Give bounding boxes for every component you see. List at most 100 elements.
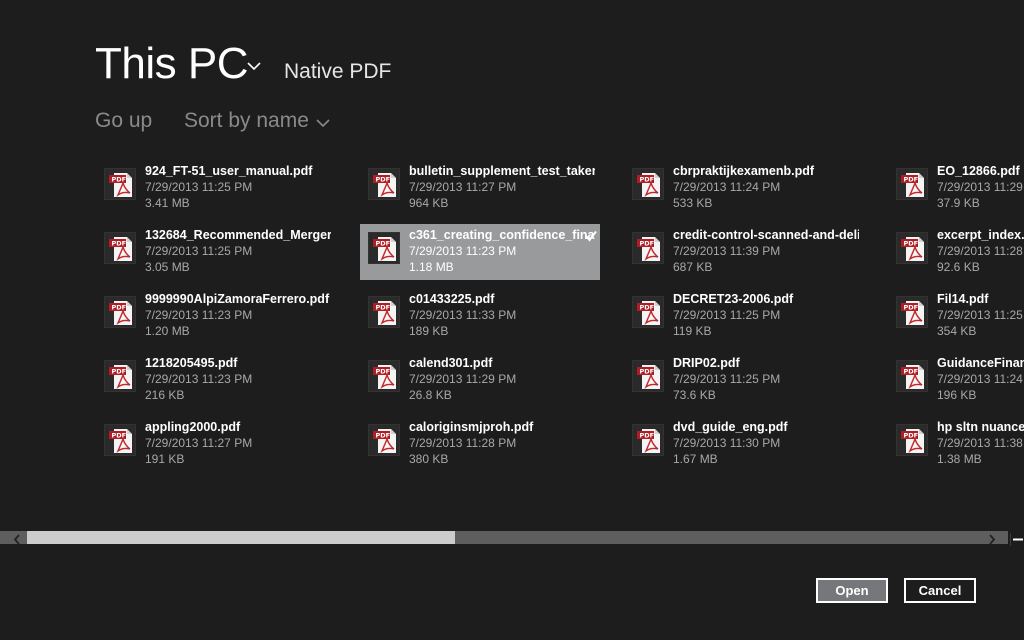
file-size: 92.6 KB <box>937 260 980 274</box>
file-name: 9999990AlpiZamoraFerrero.pdf <box>145 292 330 306</box>
svg-text:PDF: PDF <box>376 432 391 440</box>
sort-by-dropdown[interactable]: Sort by name <box>184 108 309 134</box>
file-tile[interactable]: PDF 1218205495.pdf 7/29/2013 11:23 PM 216 K… <box>96 352 336 408</box>
file-date: 7/29/2013 11:25 PM <box>673 308 781 322</box>
file-name: c01433225.pdf <box>409 292 495 306</box>
file-name: cbrpraktijkexamenb.pdf <box>673 164 815 178</box>
file-date: 7/29/2013 11:24 PM <box>673 180 781 194</box>
file-name: caloriginsmjproh.pdf <box>409 420 534 434</box>
file-date: 7/29/2013 11:23 PM <box>145 308 253 322</box>
svg-text:PDF: PDF <box>640 176 655 184</box>
chevron-down-icon[interactable] <box>316 115 330 129</box>
file-tile[interactable]: PDF DRIP02.pdf 7/29/2013 11:25 PM 73.6 KB <box>624 352 864 408</box>
pdf-file-icon: PDF <box>896 296 928 328</box>
file-tile[interactable]: PDF DECRET23-2006.pdf 7/29/2013 11:25 PM 11… <box>624 288 864 344</box>
pdf-file-icon: PDF <box>104 232 136 264</box>
svg-text:PDF: PDF <box>112 240 127 248</box>
file-date: 7/29/2013 11:28 PM <box>937 244 1024 258</box>
file-tile[interactable]: PDF bulletin_supplement_test_takers... 7/2… <box>360 160 600 216</box>
file-size: 1.67 MB <box>673 452 718 466</box>
file-size: 964 KB <box>409 196 449 210</box>
file-name: Fil14.pdf <box>937 292 989 306</box>
pdf-file-icon: PDF <box>632 360 664 392</box>
file-tile[interactable]: PDF dvd_guide_eng.pdf 7/29/2013 11:30 PM 1.… <box>624 416 864 472</box>
minus-icon[interactable] <box>1009 531 1024 546</box>
pdf-file-icon: PDF <box>368 424 400 456</box>
svg-text:PDF: PDF <box>640 304 655 312</box>
file-tile[interactable]: PDF cbrpraktijkexamenb.pdf 7/29/2013 11:24… <box>624 160 864 216</box>
file-tile[interactable]: PDF 132684_Recommended_Merger... 7/29/2013… <box>96 224 336 280</box>
file-tile[interactable]: PDF c01433225.pdf 7/29/2013 11:33 PM 189 KB <box>360 288 600 344</box>
file-size: 3.41 MB <box>145 196 190 210</box>
file-date: 7/29/2013 11:38 PM <box>937 436 1024 450</box>
file-name: 924_FT-51_user_manual.pdf <box>145 164 313 178</box>
pdf-file-icon: PDF <box>104 296 136 328</box>
file-tile[interactable]: PDF 924_FT-51_user_manual.pdf 7/29/2013 11… <box>96 160 336 216</box>
file-date: 7/29/2013 11:28 PM <box>409 436 517 450</box>
file-name: appling2000.pdf <box>145 420 241 434</box>
cancel-button[interactable]: Cancel <box>904 578 976 603</box>
svg-text:PDF: PDF <box>640 240 655 248</box>
chevron-down-icon[interactable] <box>246 58 262 74</box>
file-size: 1.38 MB <box>937 452 982 466</box>
file-date: 7/29/2013 11:27 PM <box>409 180 517 194</box>
chevron-left-icon[interactable] <box>10 531 24 545</box>
svg-text:PDF: PDF <box>904 240 919 248</box>
file-size: 687 KB <box>673 260 713 274</box>
file-date: 7/29/2013 11:29 PM <box>937 180 1024 194</box>
file-size: 1.20 MB <box>145 324 190 338</box>
chevron-right-icon[interactable] <box>985 531 999 545</box>
file-tile[interactable]: PDF credit-control-scanned-and-deli... 7/2… <box>624 224 864 280</box>
pdf-file-icon: PDF <box>368 360 400 392</box>
location-title[interactable]: This PC <box>95 38 248 90</box>
file-tile[interactable]: PDF EO_12866.pdf 7/29/2013 11:29 PM 37.9 KB <box>888 160 1024 216</box>
file-size: 189 KB <box>409 324 449 338</box>
file-size: 119 KB <box>673 324 712 338</box>
file-size: 533 KB <box>673 196 713 210</box>
file-tile[interactable]: PDF c361_creating_confidence_final_... 7/2… <box>360 224 600 280</box>
file-name: hp sltn nuance e... <box>937 420 1024 434</box>
scroll-thumb[interactable] <box>27 531 455 544</box>
pdf-file-icon: PDF <box>368 232 400 264</box>
file-size: 191 KB <box>145 452 185 466</box>
file-tile[interactable]: PDF excerpt_index.pdf 7/29/2013 11:28 PM 92… <box>888 224 1024 280</box>
pdf-file-icon: PDF <box>632 424 664 456</box>
horizontal-scrollbar[interactable] <box>0 531 1008 545</box>
pdf-file-icon: PDF <box>104 168 136 200</box>
file-tile[interactable]: PDF appling2000.pdf 7/29/2013 11:27 PM 191 … <box>96 416 336 472</box>
file-name: c361_creating_confidence_final_... <box>409 228 595 242</box>
pdf-file-icon: PDF <box>104 424 136 456</box>
file-tile[interactable]: PDF calend301.pdf 7/29/2013 11:29 PM 26.8 K… <box>360 352 600 408</box>
file-tile[interactable]: PDF caloriginsmjproh.pdf 7/29/2013 11:28 P… <box>360 416 600 472</box>
go-up-button[interactable]: Go up <box>95 108 152 134</box>
open-button[interactable]: Open <box>816 578 888 603</box>
file-size: 1.18 MB <box>409 260 454 274</box>
file-size: 3.05 MB <box>145 260 190 274</box>
file-tile[interactable]: PDF hp sltn nuance e... 7/29/2013 11:38 PM… <box>888 416 1024 472</box>
file-name: excerpt_index.pdf <box>937 228 1024 242</box>
file-name: DECRET23-2006.pdf <box>673 292 794 306</box>
file-date: 7/29/2013 11:25 PM <box>673 372 781 386</box>
file-tile[interactable]: PDF Fil14.pdf 7/29/2013 11:25 PM 354 KB <box>888 288 1024 344</box>
svg-text:PDF: PDF <box>112 176 127 184</box>
file-date: 7/29/2013 11:29 PM <box>409 372 517 386</box>
svg-text:PDF: PDF <box>112 368 127 376</box>
svg-text:PDF: PDF <box>904 176 919 184</box>
svg-text:PDF: PDF <box>904 304 919 312</box>
folder-name: Native PDF <box>284 60 392 83</box>
pdf-file-icon: PDF <box>896 232 928 264</box>
file-size: 196 KB <box>937 388 977 402</box>
file-size: 73.6 KB <box>673 388 716 402</box>
pdf-file-icon: PDF <box>896 360 928 392</box>
file-date: 7/29/2013 11:25 PM <box>145 244 253 258</box>
file-date: 7/29/2013 11:23 PM <box>409 244 517 258</box>
file-tile[interactable]: PDF GuidanceFinance... 7/29/2013 11:24 PM 1… <box>888 352 1024 408</box>
file-name: bulletin_supplement_test_takers... <box>409 164 595 178</box>
svg-text:PDF: PDF <box>376 176 391 184</box>
pdf-file-icon: PDF <box>632 296 664 328</box>
pdf-file-icon: PDF <box>368 168 400 200</box>
pdf-file-icon: PDF <box>632 168 664 200</box>
file-tile[interactable]: PDF 9999990AlpiZamoraFerrero.pdf 7/29/2013… <box>96 288 336 344</box>
file-name: credit-control-scanned-and-deli... <box>673 228 859 242</box>
file-date: 7/29/2013 11:39 PM <box>673 244 781 258</box>
